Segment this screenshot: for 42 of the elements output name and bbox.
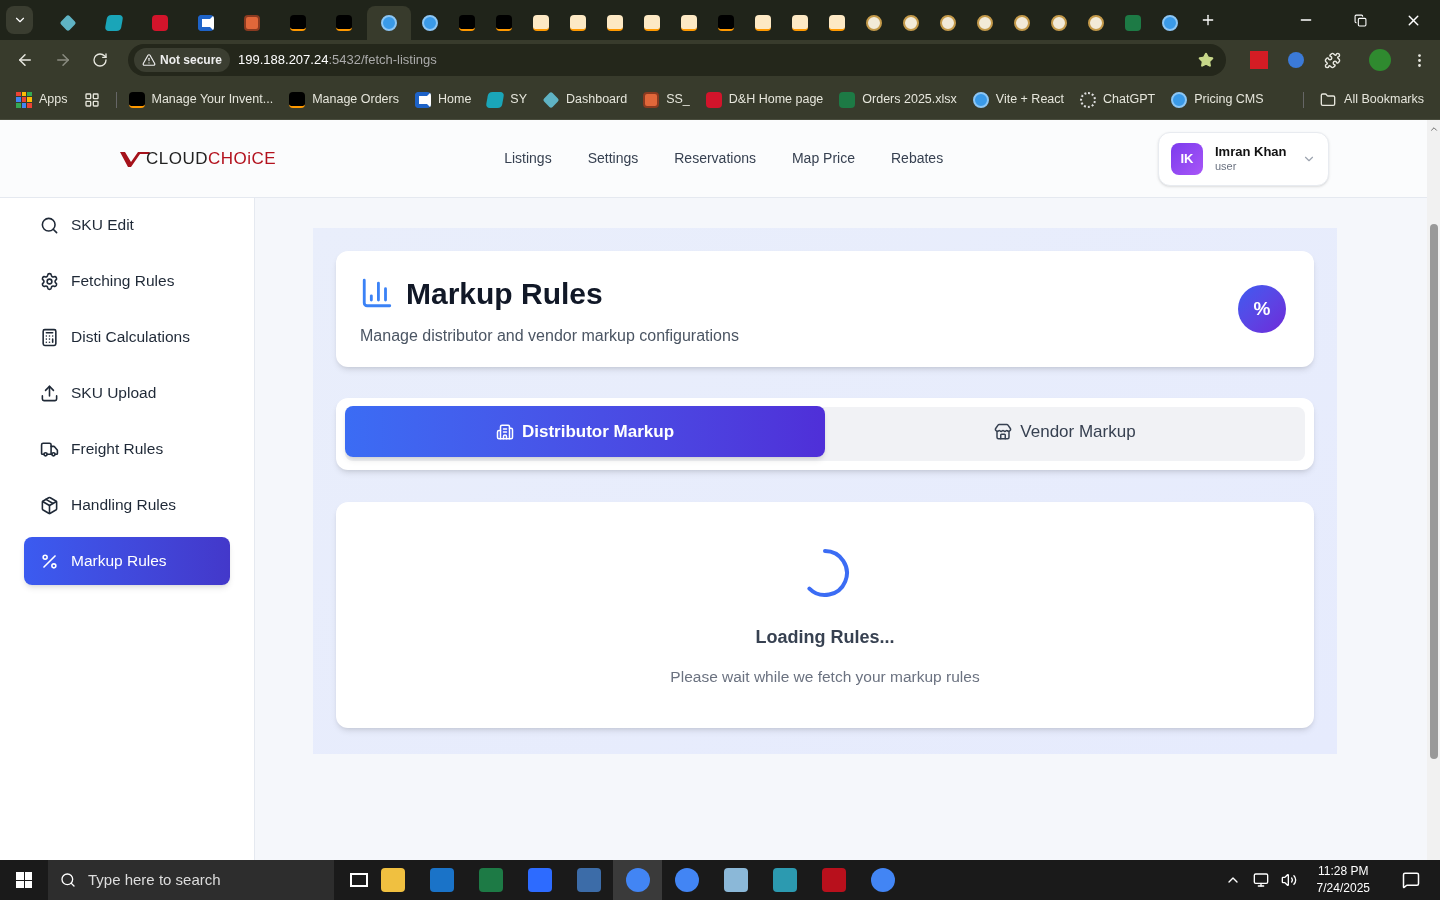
bookmark-link[interactable]: Home — [415, 90, 472, 109]
bookmark-link[interactable]: Orders 2025.xlsx — [839, 90, 957, 109]
sidebar-item[interactable]: SKU Upload — [24, 369, 230, 417]
nav-link[interactable]: Settings — [587, 148, 639, 169]
page-subtitle: Manage distributor and vendor markup configurations — [360, 325, 739, 346]
nav-link[interactable]: Rebates — [891, 148, 944, 169]
bookmark-link[interactable]: Manage Orders — [289, 90, 399, 109]
user-role: user — [1215, 159, 1237, 174]
user-menu[interactable]: IK Imran Khan user — [1158, 131, 1329, 186]
nav-link[interactable]: Reservations — [674, 148, 756, 169]
sidebar-item[interactable]: SKU Edit — [24, 201, 230, 249]
bookmark-link[interactable]: Apps — [16, 90, 68, 109]
sidebar-item[interactable]: Fetching Rules — [24, 257, 230, 305]
taskbar-search-field[interactable]: Type here to search — [48, 860, 334, 900]
clock[interactable]: 11:28 PM 7/24/2025 — [1316, 863, 1370, 897]
loading-title: Loading Rules... — [755, 626, 895, 649]
address-bar[interactable]: Not secure 199.188.207.24:5432/fetch-listings — [128, 44, 1226, 76]
bookmark-link[interactable]: SY — [487, 90, 527, 109]
cloudchoice-logo[interactable]: CLOUDCHOiCE — [120, 150, 277, 167]
url-text: 199.188.207.24:5432/fetch-listings — [238, 51, 437, 70]
sidebar-item[interactable]: Markup Rules — [24, 537, 230, 585]
sidebar-item[interactable]: Handling Rules — [24, 481, 230, 529]
page-title: Markup Rules — [406, 275, 603, 312]
bookmark-link[interactable]: Dashboard — [543, 90, 628, 109]
percent-badge: % — [1238, 285, 1286, 333]
bookmark-link[interactable]: Pricing CMS — [1171, 90, 1264, 109]
bookmark-link[interactable]: Manage Your Invent... — [128, 90, 274, 109]
user-avatar: IK — [1171, 142, 1203, 175]
markup-tab[interactable]: Vendor Markup — [825, 406, 1305, 457]
loading-message: Please wait while we fetch your markup rules — [670, 667, 980, 687]
nav-link[interactable]: Listings — [504, 148, 552, 169]
sidebar-item[interactable]: Freight Rules — [24, 425, 230, 473]
user-name: Imran Khan — [1215, 143, 1287, 160]
bookmark-link[interactable]: D&H Home page — [705, 90, 824, 109]
not-secure-chip[interactable]: Not secure — [134, 48, 231, 72]
bookmark-link[interactable]: Vite + React — [972, 90, 1064, 109]
nav-link[interactable]: Map Price — [791, 148, 855, 169]
bookmark-link[interactable]: ChatGPT — [1080, 90, 1156, 109]
sidebar-item[interactable]: Disti Calculations — [24, 313, 230, 361]
all-bookmarks-link[interactable]: All Bookmarks — [1320, 90, 1424, 109]
markup-tab[interactable]: Distributor Markup — [345, 406, 825, 457]
bookmark-link[interactable]: SS_ — [643, 90, 690, 109]
